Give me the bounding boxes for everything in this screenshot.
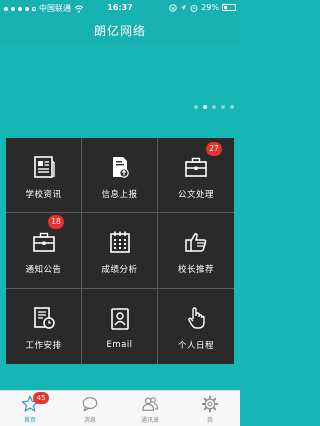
grid-item-label: Email: [106, 340, 133, 351]
banner-carousel[interactable]: [0, 46, 240, 138]
grid-item-notice[interactable]: 18 通知公告: [6, 213, 82, 289]
tap-hand-icon: [188, 307, 205, 330]
status-bar: 中国联通 16:37 29%: [0, 0, 240, 16]
grid-item-label: 通知公告: [25, 265, 62, 276]
tab-label: 消息: [83, 417, 96, 424]
status-right: 29%: [169, 3, 236, 12]
grid-item-label: 信息上报: [101, 190, 138, 201]
battery-icon: [222, 4, 236, 11]
lock-rotation-icon: [169, 3, 177, 12]
grid-item-school-news[interactable]: 学校资讯: [6, 138, 82, 214]
carousel-page-indicator[interactable]: [194, 105, 234, 109]
notification-badge: 18: [48, 215, 64, 230]
nav-bar: 朗亿网络: [0, 16, 240, 46]
page-title: 朗亿网络: [93, 24, 146, 38]
carousel-dot[interactable]: [221, 105, 225, 109]
tab-label: 首页: [23, 417, 36, 424]
grid-item-principal-recommend[interactable]: 校长推荐: [158, 213, 234, 289]
calendar-icon: [109, 231, 130, 254]
battery-percent: 29%: [201, 3, 219, 12]
newspaper-icon: [33, 156, 55, 178]
briefcase-icon: [185, 157, 207, 177]
grid-item-label: 工作安排: [25, 341, 62, 352]
grid-item-personal-schedule[interactable]: 个人日程: [158, 289, 234, 364]
gear-icon: [201, 395, 219, 413]
tab-label: 我: [206, 417, 213, 424]
function-grid: 学校资讯 信息上报 27 公文处理 18 通知公告 成绩分析 校长推荐 工作安排…: [6, 138, 234, 364]
carousel-dot[interactable]: [230, 105, 234, 109]
tab-label: 通讯录: [140, 417, 159, 424]
notification-badge: 27: [206, 142, 222, 156]
grid-item-score-analysis[interactable]: 成绩分析: [82, 213, 158, 289]
contact-card-icon: [110, 308, 129, 331]
carousel-dot[interactable]: [203, 105, 207, 109]
grid-item-work-schedule[interactable]: 工作安排: [6, 288, 82, 364]
carousel-dot[interactable]: [194, 105, 198, 109]
tab-messages[interactable]: 消息: [60, 391, 120, 426]
contacts-icon: [142, 397, 159, 411]
grid-item-label: 校长推荐: [177, 265, 214, 276]
tab-me[interactable]: 我: [180, 391, 240, 426]
upload-document-icon: [112, 157, 129, 178]
grid-item-label: 学校资讯: [25, 190, 62, 201]
grid-item-label: 公文处理: [177, 190, 214, 201]
notification-badge: 45: [33, 392, 49, 404]
location-icon: [181, 4, 187, 11]
alarm-icon: [190, 4, 198, 12]
grid-item-label: 成绩分析: [101, 265, 138, 276]
schedule-clock-icon: [33, 307, 55, 330]
briefcase-icon: [32, 233, 55, 253]
tab-home[interactable]: 45 首页: [0, 391, 60, 426]
grid-item-document-processing[interactable]: 27 公文处理: [158, 138, 234, 214]
tab-contacts[interactable]: 通讯录: [120, 391, 180, 426]
carousel-dot[interactable]: [212, 105, 216, 109]
tab-bar: 45 首页 消息 通讯录 我: [0, 390, 240, 426]
thumbs-up-icon: [185, 233, 207, 253]
chat-bubble-icon: [82, 397, 98, 412]
grid-item-email[interactable]: Email: [82, 288, 158, 364]
grid-item-info-report[interactable]: 信息上报: [82, 138, 158, 214]
grid-item-label: 个人日程: [177, 341, 214, 352]
